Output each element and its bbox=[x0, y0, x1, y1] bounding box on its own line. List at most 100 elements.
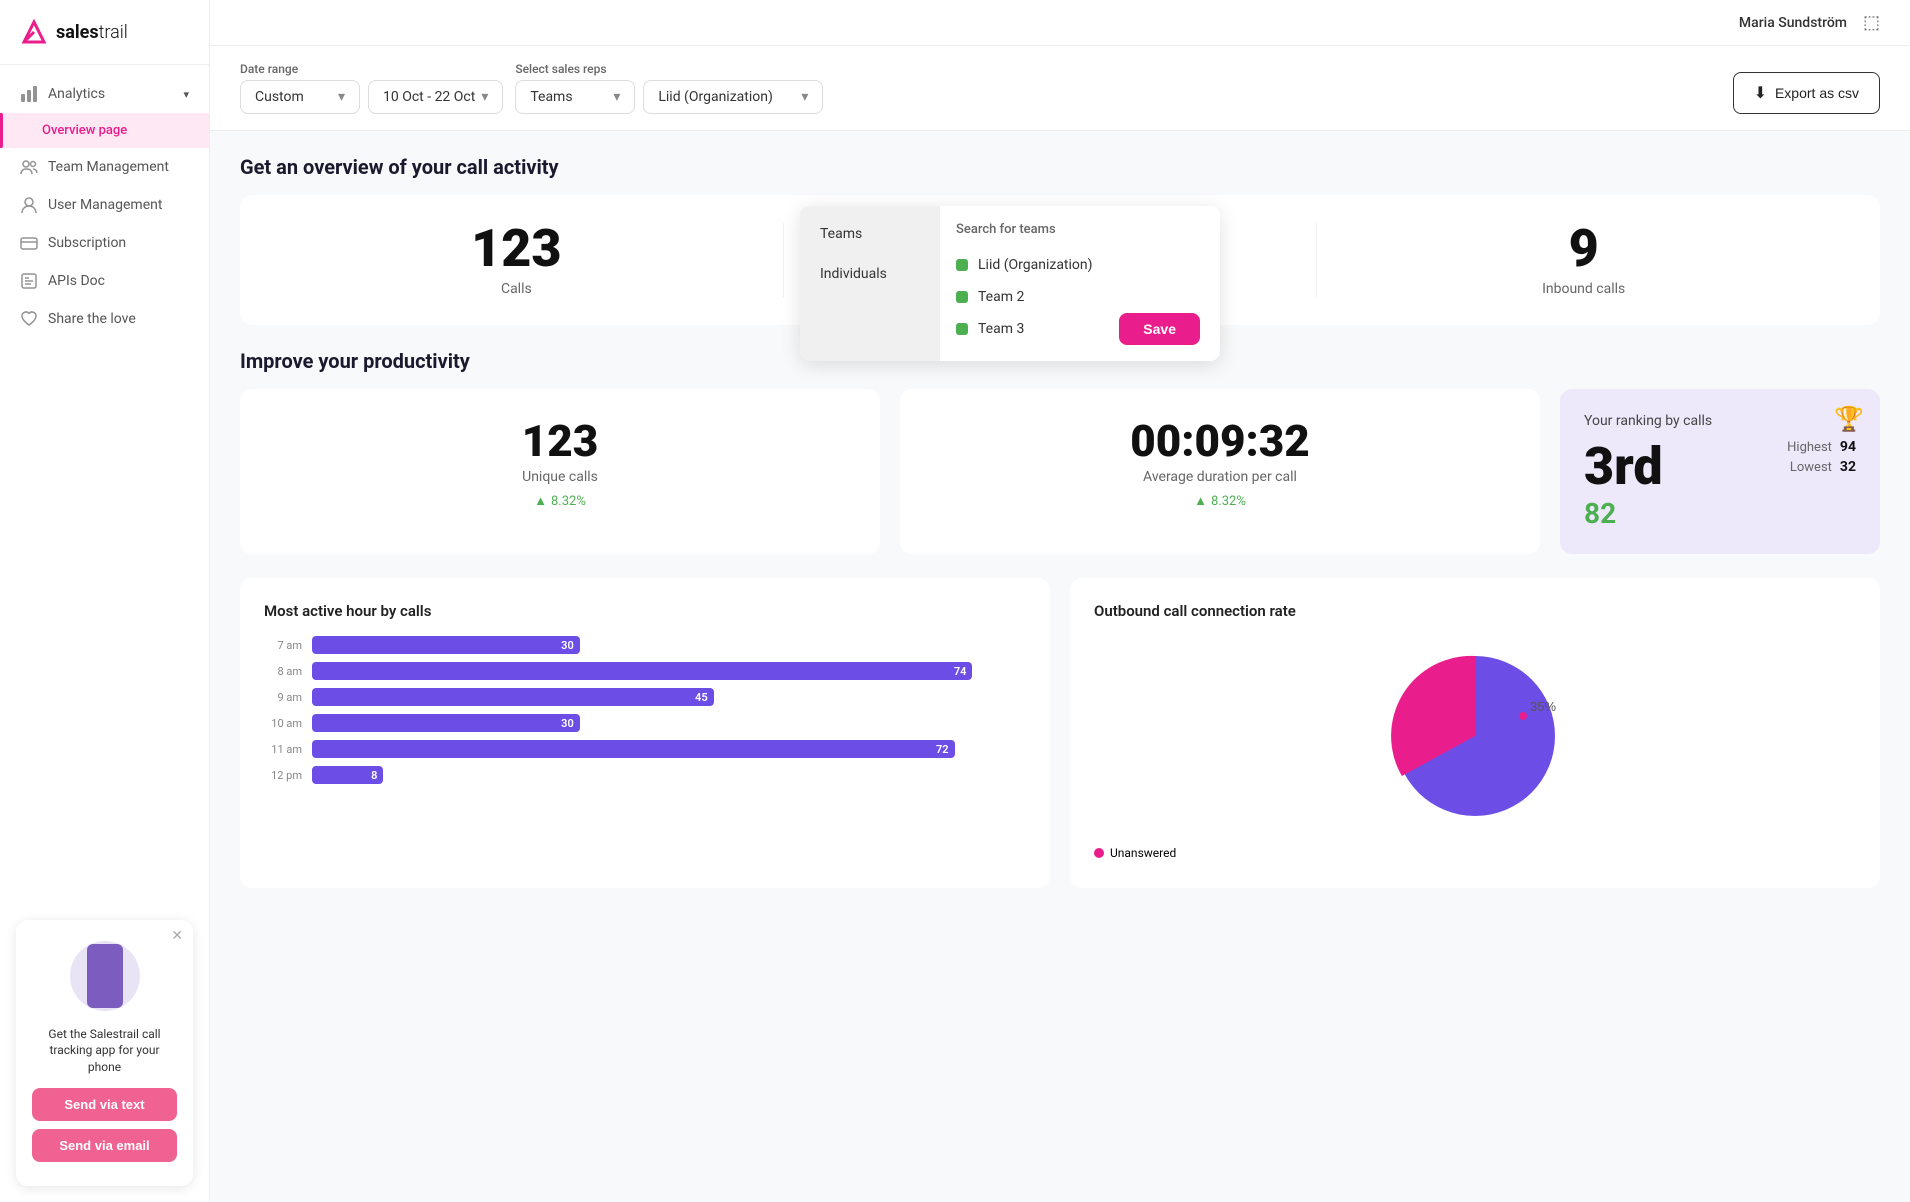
dropdown-individuals-tab[interactable]: Individuals bbox=[800, 254, 940, 294]
promo-image bbox=[65, 936, 145, 1016]
team-color-indicator bbox=[956, 291, 968, 303]
org-value: Liid (Organization) bbox=[658, 89, 773, 105]
inbound-value: 9 bbox=[1337, 223, 1830, 275]
sidebar-item-team-label: Team Management bbox=[48, 159, 169, 175]
api-icon bbox=[20, 272, 38, 290]
search-teams-title: Search for teams bbox=[956, 222, 1204, 237]
bar-row: 10 am 30 bbox=[264, 714, 1026, 732]
bar-track: 74 bbox=[312, 662, 1026, 680]
sidebar-item-apis-label: APIs Doc bbox=[48, 273, 105, 289]
avg-duration-card: 00:09:32 Average duration per call ▲ 8.3… bbox=[900, 389, 1540, 554]
date-range-label: Date range bbox=[240, 62, 503, 76]
date-range-select[interactable]: 10 Oct - 22 Oct ▾ bbox=[368, 80, 503, 114]
chevron-down-icon: ▾ bbox=[338, 89, 345, 105]
bar-value: 45 bbox=[695, 691, 708, 704]
bar-label: 11 am bbox=[264, 743, 302, 756]
team-icon bbox=[20, 158, 38, 176]
trend-value: 8.32% bbox=[551, 494, 586, 509]
pie-chart: 35% bbox=[1094, 636, 1856, 836]
ranking-lowest: Lowest 32 bbox=[1787, 459, 1856, 475]
bar-value: 8 bbox=[371, 769, 377, 782]
sidebar-item-share-love[interactable]: Share the love bbox=[0, 300, 209, 338]
dropdown-left-panel: Teams Individuals bbox=[800, 206, 940, 361]
sales-reps-group: Select sales reps Teams ▾ Liid (Organiza… bbox=[515, 62, 823, 114]
unanswered-color bbox=[1094, 848, 1104, 858]
logo: salestrail bbox=[0, 0, 209, 65]
teams-value: Teams bbox=[530, 89, 572, 105]
team-item-liid[interactable]: Liid (Organization) bbox=[956, 249, 1204, 281]
filter-bar: Date range Custom ▾ 10 Oct - 22 Oct ▾ Se… bbox=[210, 46, 1910, 131]
sidebar-item-analytics[interactable]: Analytics ▾ bbox=[0, 75, 209, 113]
sidebar-item-subscription-label: Subscription bbox=[48, 235, 126, 251]
team-item-2[interactable]: Team 2 bbox=[956, 281, 1204, 313]
unique-calls-card: 123 Unique calls ▲ 8.32% bbox=[240, 389, 880, 554]
dropdown-teams-tab[interactable]: Teams bbox=[800, 214, 940, 254]
calls-label: Calls bbox=[270, 281, 763, 297]
pie-chart-card: Outbound call connection rate 35% Unansw… bbox=[1070, 578, 1880, 888]
bar-track: 72 bbox=[312, 740, 1026, 758]
main-content: Maria Sundström ⬚ Date range Custom ▾ 10… bbox=[210, 0, 1910, 1202]
productivity-grid: 123 Unique calls ▲ 8.32% 00:09:32 Averag… bbox=[240, 389, 1880, 554]
heart-icon bbox=[20, 310, 38, 328]
bar-fill: 30 bbox=[312, 714, 580, 732]
bar-value: 30 bbox=[561, 717, 574, 730]
promo-close-button[interactable]: ✕ bbox=[171, 928, 183, 944]
trophy-icon: 🏆 bbox=[1834, 405, 1864, 433]
bar-label: 12 pm bbox=[264, 769, 302, 782]
send-via-email-button[interactable]: Send via email bbox=[32, 1129, 177, 1162]
team-name: Team 2 bbox=[978, 289, 1024, 305]
sidebar-item-overview-label: Overview page bbox=[42, 123, 127, 138]
logout-icon[interactable]: ⬚ bbox=[1863, 12, 1880, 33]
unique-calls-value: 123 bbox=[270, 419, 850, 463]
legend-unanswered: Unanswered bbox=[1094, 846, 1856, 860]
chevron-down-icon: ▾ bbox=[183, 88, 189, 101]
trend-up-icon: ▲ bbox=[534, 493, 547, 509]
bar-chart: 7 am 30 8 am 74 9 am 45 10 am bbox=[264, 636, 1026, 784]
chevron-down-icon: ▾ bbox=[481, 89, 488, 105]
bar-track: 30 bbox=[312, 714, 1026, 732]
avg-duration-value: 00:09:32 bbox=[930, 419, 1510, 463]
download-icon: ⬇ bbox=[1754, 83, 1767, 103]
lowest-label: Lowest bbox=[1790, 460, 1832, 475]
teams-select[interactable]: Teams ▾ bbox=[515, 80, 635, 114]
export-csv-button[interactable]: ⬇ Export as csv bbox=[1733, 72, 1880, 114]
ranking-highest: Highest 94 bbox=[1787, 439, 1856, 455]
bar-label: 9 am bbox=[264, 691, 302, 704]
logo-icon bbox=[20, 18, 48, 46]
sidebar-item-overview[interactable]: Overview page bbox=[0, 113, 209, 148]
bar-value: 30 bbox=[561, 639, 574, 652]
ranking-stats: Highest 94 Lowest 32 bbox=[1787, 439, 1856, 479]
date-range-value: 10 Oct - 22 Oct bbox=[383, 89, 475, 105]
bar-row: 9 am 45 bbox=[264, 688, 1026, 706]
sidebar-nav: Analytics ▾ Overview page Team Managemen… bbox=[0, 65, 209, 904]
header: Maria Sundström ⬚ bbox=[210, 0, 1910, 46]
lowest-value: 32 bbox=[1840, 459, 1856, 475]
trend-up-icon: ▲ bbox=[1194, 493, 1207, 509]
date-custom-value: Custom bbox=[255, 89, 304, 105]
sales-reps-label: Select sales reps bbox=[515, 62, 823, 76]
user-icon bbox=[20, 196, 38, 214]
trend-value: 8.32% bbox=[1211, 494, 1246, 509]
pie-chart-title: Outbound call connection rate bbox=[1094, 602, 1856, 620]
send-via-text-button[interactable]: Send via text bbox=[32, 1088, 177, 1121]
sidebar-item-apis-doc[interactable]: APIs Doc bbox=[0, 262, 209, 300]
save-button[interactable]: Save bbox=[1119, 313, 1200, 345]
org-select[interactable]: Liid (Organization) ▾ bbox=[643, 80, 823, 114]
team-color-indicator bbox=[956, 259, 968, 271]
bar-row: 12 pm 8 bbox=[264, 766, 1026, 784]
bar-row: 11 am 72 bbox=[264, 740, 1026, 758]
bar-label: 8 am bbox=[264, 665, 302, 678]
sidebar-item-subscription[interactable]: Subscription bbox=[0, 224, 209, 262]
sidebar-item-user-management[interactable]: User Management bbox=[0, 186, 209, 224]
highest-label: Highest bbox=[1787, 440, 1832, 455]
bar-label: 10 am bbox=[264, 717, 302, 730]
date-custom-select[interactable]: Custom ▾ bbox=[240, 80, 360, 114]
bar-label: 7 am bbox=[264, 639, 302, 652]
sidebar-item-team-management[interactable]: Team Management bbox=[0, 148, 209, 186]
calls-value: 123 bbox=[270, 223, 763, 275]
avg-trend: ▲ 8.32% bbox=[930, 493, 1510, 509]
calls-stat: 123 Calls bbox=[270, 223, 784, 297]
ranking-title: Your ranking by calls bbox=[1584, 413, 1856, 429]
bar-chart-card: Most active hour by calls 7 am 30 8 am 7… bbox=[240, 578, 1050, 888]
sidebar-item-user-label: User Management bbox=[48, 197, 162, 213]
